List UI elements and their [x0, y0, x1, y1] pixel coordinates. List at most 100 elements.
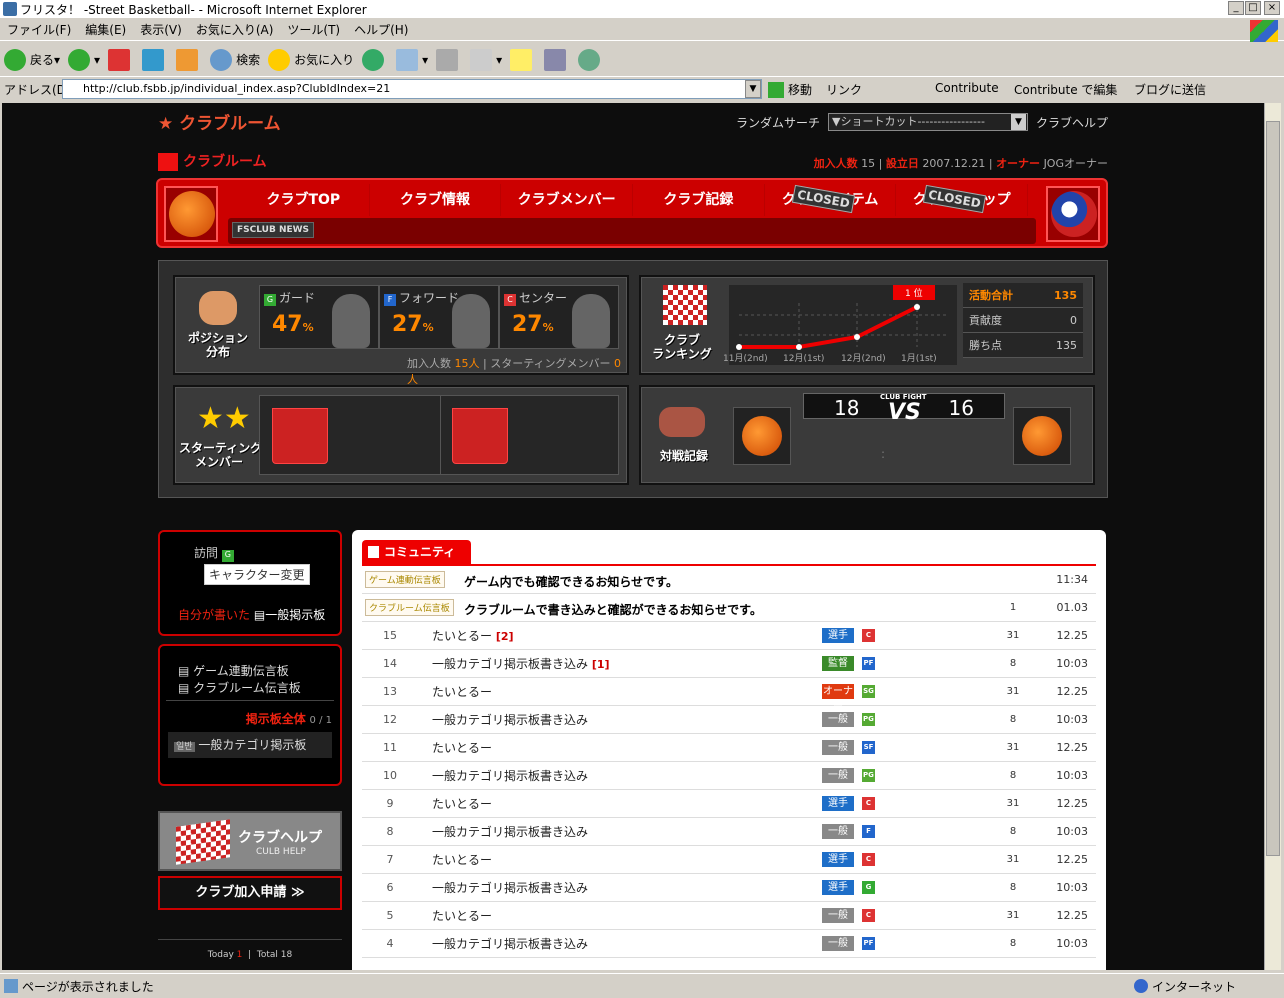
post-title[interactable]: たいとるー	[418, 851, 808, 868]
menu-favorites[interactable]: お気に入り(A)	[189, 21, 281, 38]
post-title[interactable]: たいとるー	[418, 795, 808, 812]
position-icon: PG	[862, 769, 875, 782]
club-title: クラブルーム	[158, 153, 267, 171]
post-title[interactable]: 一般カテゴリ掲示板書き込み	[418, 823, 808, 840]
forward-button[interactable]: ▾	[68, 48, 100, 71]
table-row[interactable]: 6 一般カテゴリ掲示板書き込み 選手 G 8 10:03	[362, 874, 1096, 902]
post-title-text: 一般カテゴリ掲示板書き込み	[432, 881, 589, 895]
notice-row[interactable]: ゲーム連動伝言板 ゲーム内でも確認できるお知らせです。 11:34	[362, 566, 1096, 594]
home-emblem[interactable]	[733, 407, 791, 465]
character-change-button[interactable]: キャラクター変更	[204, 564, 310, 585]
post-title[interactable]: たいとるー	[418, 739, 808, 756]
owner-label: オーナー	[996, 157, 1041, 170]
table-row[interactable]: 13 たいとるー オーナー SG 31 12.25	[362, 678, 1096, 712]
print-button[interactable]	[436, 48, 462, 71]
post-title[interactable]: 一般カテゴリ掲示板書き込み	[418, 767, 808, 784]
wins-value: 135	[1056, 338, 1077, 352]
general-board-link[interactable]: ▤一般掲示板	[254, 608, 325, 622]
stop-button[interactable]	[108, 48, 134, 71]
notice-title[interactable]: ゲーム内でも確認できるお知らせです。	[464, 573, 678, 590]
all-boards-row[interactable]: 掲示板全体 0 / 1	[246, 710, 332, 727]
refresh-button[interactable]	[142, 48, 168, 71]
favorites-button[interactable]: お気に入り	[268, 48, 354, 71]
notice-title[interactable]: クラブルームで書き込みと確認ができるお知らせです。	[464, 601, 762, 618]
post-title[interactable]: 一般カテゴリ掲示板書き込み	[418, 879, 808, 896]
view-count: 8	[1009, 882, 1017, 893]
blog-link[interactable]: ブログに送信	[1134, 81, 1206, 98]
contrib-row: 貢献度 0	[963, 308, 1083, 333]
post-title[interactable]: 一般カテゴリ掲示板書き込み	[418, 711, 808, 728]
mail-button[interactable]: ▾	[396, 48, 428, 71]
table-row[interactable]: 9 たいとるー 選手 C 31 12.25	[362, 790, 1096, 818]
club-nav: クラブTOP クラブ情報 クラブメンバー クラブ記録 クラブアイテムCLOSED…	[156, 178, 1108, 248]
guard-pct: 47	[272, 312, 303, 337]
home-button[interactable]	[176, 48, 202, 71]
table-row[interactable]: 7 たいとるー 選手 C 31 12.25	[362, 846, 1096, 874]
messenger-button[interactable]	[578, 48, 604, 71]
join-club-button[interactable]: クラブ加入申請 ≫	[158, 876, 342, 910]
shortcut-select[interactable]: ▼ショートカット-----------------	[827, 113, 1028, 131]
status-text: ページが表示されました	[22, 979, 154, 994]
nav-club-members[interactable]: クラブメンバー	[501, 184, 634, 216]
game-board-link[interactable]: ▤ ゲーム連動伝言板	[178, 662, 289, 679]
random-search-link[interactable]: ランダムサーチ	[736, 114, 820, 131]
links-label[interactable]: リンク	[826, 81, 862, 98]
table-row[interactable]: 12 一般カテゴリ掲示板書き込み 一般 PG 8 10:03	[362, 706, 1096, 734]
away-emblem[interactable]	[1013, 407, 1071, 465]
menu-view[interactable]: 表示(V)	[133, 21, 189, 38]
club-help-banner[interactable]: クラブヘルプ CULB HELP	[158, 811, 342, 871]
nav-club-top[interactable]: クラブTOP	[238, 184, 370, 216]
x-tick: 12月(2nd)	[841, 354, 886, 364]
jersey-slot[interactable]	[272, 408, 328, 464]
jersey-slot[interactable]	[452, 408, 508, 464]
close-button[interactable]: ×	[1264, 1, 1280, 15]
maximize-button[interactable]: □	[1245, 1, 1261, 15]
table-row[interactable]: 14 一般カテゴリ掲示板書き込み [1] 監督 PF 8 10:03	[362, 650, 1096, 678]
post-title[interactable]: たいとるー [2]	[418, 627, 808, 644]
menu-tools[interactable]: ツール(T)	[280, 21, 347, 38]
position-icon: C	[862, 909, 875, 922]
post-title[interactable]: たいとるー	[418, 683, 808, 700]
history-button[interactable]	[362, 48, 388, 71]
contribute-edit-link[interactable]: Contribute で編集	[1014, 81, 1117, 98]
community-board: コミュニティ ゲーム連動伝言板 ゲーム内でも確認できるお知らせです。 11:34 ク…	[352, 530, 1106, 970]
vertical-scrollbar[interactable]	[1264, 103, 1281, 970]
post-title[interactable]: 一般カテゴリ掲示板書き込み	[418, 935, 808, 952]
nav-club-shop[interactable]: クラブショップCLOSED	[896, 184, 1029, 216]
research-button[interactable]	[544, 48, 570, 71]
menu-file[interactable]: ファイル(F)	[0, 21, 78, 38]
nav-club-info[interactable]: クラブ情報	[370, 184, 502, 216]
search-button[interactable]: 検索	[210, 48, 260, 71]
menu-help[interactable]: ヘルプ(H)	[347, 21, 415, 38]
community-tab[interactable]: コミュニティ	[362, 540, 472, 564]
table-row[interactable]: 4 一般カテゴリ掲示板書き込み 一般 PF 8 10:03	[362, 930, 1096, 958]
site-logo[interactable]: ★ クラブルーム	[158, 109, 281, 134]
position-label: ポジション 分布	[187, 331, 248, 359]
arm-icon	[199, 291, 237, 325]
table-row[interactable]: 8 一般カテゴリ掲示板書き込み 一般 F 8 10:03	[362, 818, 1096, 846]
post-title-text: 一般カテゴリ掲示板書き込み	[432, 825, 589, 839]
table-row[interactable]: 5 たいとるー 一般 C 31 12.25	[362, 902, 1096, 930]
edit-button[interactable]: ▾	[470, 48, 502, 71]
go-button[interactable]: 移動	[768, 81, 812, 98]
scroll-thumb[interactable]	[1266, 121, 1280, 856]
minimize-button[interactable]: _	[1228, 1, 1244, 15]
back-button[interactable]: 戻る ▾	[4, 48, 60, 71]
club-board-link[interactable]: ▤ クラブルーム伝言板	[178, 679, 301, 696]
forward-pct: 27	[392, 312, 423, 337]
menu-edit[interactable]: 編集(E)	[78, 21, 133, 38]
nav-club-item[interactable]: クラブアイテムCLOSED	[765, 184, 897, 216]
address-input[interactable]: http://club.fsbb.jp/individual_index.asp…	[62, 79, 762, 99]
table-row[interactable]: 15 たいとるー [2] 選手 C 31 12.25	[362, 622, 1096, 650]
notice-row[interactable]: クラブルーム伝言板 クラブルームで書き込みと確認ができるお知らせです。 1 01.03	[362, 594, 1096, 622]
post-title[interactable]: たいとるー	[418, 907, 808, 924]
address-dropdown[interactable]: ▼	[745, 80, 761, 98]
nav-club-record[interactable]: クラブ記録	[633, 184, 765, 216]
table-row[interactable]: 11 たいとるー 一般 SF 31 12.25	[362, 734, 1096, 762]
category-board-link[interactable]: 일반 一般カテゴリ掲示板	[168, 732, 332, 758]
club-help-link[interactable]: クラブヘルプ	[1036, 114, 1108, 131]
table-row[interactable]: 10 一般カテゴリ掲示板書き込み 一般 PG 8 10:03	[362, 762, 1096, 790]
discuss-button[interactable]	[510, 48, 536, 71]
post-title[interactable]: 一般カテゴリ掲示板書き込み [1]	[418, 655, 808, 672]
contribute-link[interactable]: Contribute	[935, 81, 999, 95]
